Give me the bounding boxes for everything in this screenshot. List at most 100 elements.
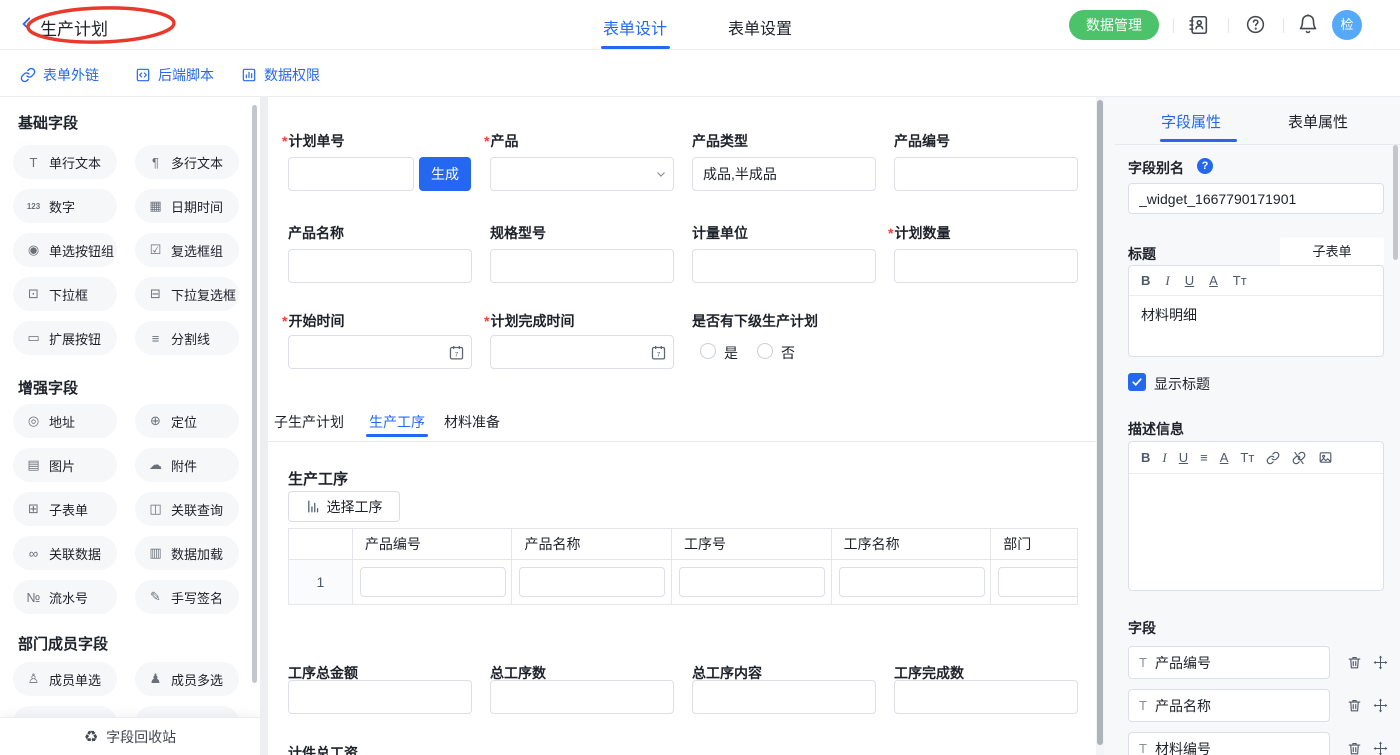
sidebar-item-single-line-text[interactable]: T单行文本: [13, 145, 117, 179]
insert-link-button[interactable]: [1266, 451, 1280, 465]
cell-input[interactable]: [839, 567, 985, 597]
move-field-handle[interactable]: [1373, 741, 1388, 755]
insert-image-button[interactable]: [1318, 450, 1333, 465]
font-color-button[interactable]: A: [1220, 450, 1229, 465]
sidebar-item-image[interactable]: ▤图片: [13, 448, 117, 482]
tab-field-properties[interactable]: 字段属性: [1161, 111, 1221, 132]
sidebar-item-datetime[interactable]: ▦日期时间: [135, 189, 239, 223]
delete-field-button[interactable]: [1347, 698, 1362, 713]
radio-no[interactable]: [757, 343, 773, 359]
sidebar-item-subform[interactable]: ⊞子表单: [13, 492, 117, 526]
cell-input[interactable]: [360, 567, 506, 597]
start-time-input[interactable]: [288, 335, 472, 369]
alias-help-icon[interactable]: ?: [1197, 158, 1213, 174]
sidebar-item-radio-group[interactable]: ◉单选按钮组: [13, 233, 117, 267]
notification-bell-icon[interactable]: [1297, 13, 1319, 35]
subform-field-item[interactable]: T 材料编号: [1128, 732, 1330, 755]
font-size-button[interactable]: Tᴛ: [1240, 450, 1254, 465]
sidebar-item-attachment[interactable]: ☁附件: [135, 448, 239, 482]
sidebar-item-extend-button[interactable]: ▭扩展按钮: [13, 321, 117, 355]
subform-field-item[interactable]: T 产品编号: [1128, 646, 1330, 679]
font-color-button[interactable]: A: [1209, 273, 1218, 288]
process-content-input[interactable]: [692, 680, 876, 714]
tab-form-properties[interactable]: 表单属性: [1288, 111, 1348, 132]
title-editor-content[interactable]: 材料明细: [1129, 296, 1383, 334]
subform-tab-sub-plan[interactable]: 子生产计划: [274, 412, 344, 432]
unit-input[interactable]: [692, 249, 876, 283]
product-select[interactable]: [490, 157, 674, 191]
delete-field-button[interactable]: [1347, 655, 1362, 670]
underline-button[interactable]: U: [1185, 273, 1194, 288]
align-button[interactable]: ≡: [1200, 450, 1208, 465]
data-permission-link[interactable]: 数据权限: [241, 65, 320, 85]
subform-field-item[interactable]: T 产品名称: [1128, 689, 1330, 722]
finish-time-input[interactable]: [490, 335, 674, 369]
description-editor: B I U ≡ A Tᴛ: [1128, 441, 1384, 591]
radio-yes-label[interactable]: 是: [724, 343, 738, 363]
move-field-handle[interactable]: [1373, 655, 1388, 670]
form-external-link[interactable]: 表单外链: [20, 65, 99, 85]
sidebar-item-data-load[interactable]: ▥数据加载: [135, 536, 239, 570]
canvas-scrollbar[interactable]: [1097, 100, 1103, 745]
process-done-input[interactable]: [894, 680, 1078, 714]
sidebar-item-member-single[interactable]: ♙成员单选: [13, 662, 117, 696]
italic-button[interactable]: I: [1165, 273, 1169, 289]
generate-button[interactable]: 生成: [419, 157, 471, 191]
product-type-input[interactable]: [692, 157, 876, 191]
show-title-checkbox[interactable]: [1128, 373, 1146, 391]
subform-tab-process[interactable]: 生产工序: [369, 412, 425, 432]
sidebar-item-address[interactable]: ◎地址: [13, 404, 117, 438]
product-name-input[interactable]: [288, 249, 472, 283]
radio-no-label[interactable]: 否: [781, 343, 795, 363]
data-manage-button[interactable]: 数据管理: [1069, 10, 1159, 40]
delete-field-button[interactable]: [1347, 741, 1362, 755]
bold-button[interactable]: B: [1141, 450, 1150, 465]
sidebar-item-linked-query[interactable]: ◫关联查询: [135, 492, 239, 526]
font-size-button[interactable]: Tᴛ: [1233, 273, 1247, 288]
subform-tab-material[interactable]: 材料准备: [444, 412, 500, 432]
cell-input[interactable]: [998, 567, 1077, 597]
title-editor-toolbar: B I U A Tᴛ: [1129, 266, 1383, 296]
italic-button[interactable]: I: [1162, 450, 1166, 466]
sidebar-item-checkbox-group[interactable]: ☑复选框组: [135, 233, 239, 267]
sidebar-item-multi-line-text[interactable]: ¶多行文本: [135, 145, 239, 179]
title-editor: B I U A Tᴛ 材料明细: [1128, 265, 1384, 357]
sidebar-item-location[interactable]: ⊕定位: [135, 404, 239, 438]
sidebar-item-member-multi[interactable]: ♟成员多选: [135, 662, 239, 696]
sidebar-scrollbar[interactable]: [252, 105, 257, 683]
tab-form-design[interactable]: 表单设计: [603, 15, 667, 39]
select-process-button[interactable]: 选择工序: [288, 491, 400, 522]
bold-button[interactable]: B: [1141, 273, 1150, 288]
radio-yes[interactable]: [700, 343, 716, 359]
product-code-input[interactable]: [894, 157, 1078, 191]
sidebar-item-number[interactable]: 123数字: [13, 189, 117, 223]
sidebar-item-linked-data[interactable]: ∞关联数据: [13, 536, 117, 570]
plan-qty-input[interactable]: [894, 249, 1078, 283]
process-total-input[interactable]: [490, 680, 674, 714]
help-icon[interactable]: [1245, 14, 1266, 35]
panel-scrollbar[interactable]: [1393, 145, 1398, 260]
field-recycle-bin[interactable]: ♻ 字段回收站: [0, 717, 260, 755]
description-editor-content[interactable]: [1129, 474, 1383, 592]
address-book-icon[interactable]: [1188, 14, 1210, 36]
show-title-label[interactable]: 显示标题: [1154, 374, 1210, 394]
tab-form-settings[interactable]: 表单设置: [728, 15, 792, 39]
field-label-has-sub-plan: 是否有下级生产计划: [692, 311, 818, 331]
alias-input[interactable]: [1128, 183, 1384, 214]
move-field-handle[interactable]: [1373, 698, 1388, 713]
trash-icon: [1347, 698, 1362, 713]
cell-input[interactable]: [679, 567, 825, 597]
remove-link-button[interactable]: [1292, 451, 1306, 465]
avatar[interactable]: 检: [1332, 10, 1362, 40]
spec-input[interactable]: [490, 249, 674, 283]
plan-no-input[interactable]: [288, 157, 414, 191]
sidebar-item-divider[interactable]: ≡分割线: [135, 321, 239, 355]
sidebar-item-multi-dropdown[interactable]: ⊟下拉复选框: [135, 277, 239, 311]
sidebar-item-signature[interactable]: ✎手写签名: [135, 580, 239, 614]
backend-script-link[interactable]: 后端脚本: [135, 65, 214, 85]
sidebar-item-serial-number[interactable]: №流水号: [13, 580, 117, 614]
underline-button[interactable]: U: [1179, 450, 1188, 465]
cell-input[interactable]: [519, 567, 665, 597]
process-amount-input[interactable]: [288, 680, 472, 714]
sidebar-item-dropdown[interactable]: ⊡下拉框: [13, 277, 117, 311]
